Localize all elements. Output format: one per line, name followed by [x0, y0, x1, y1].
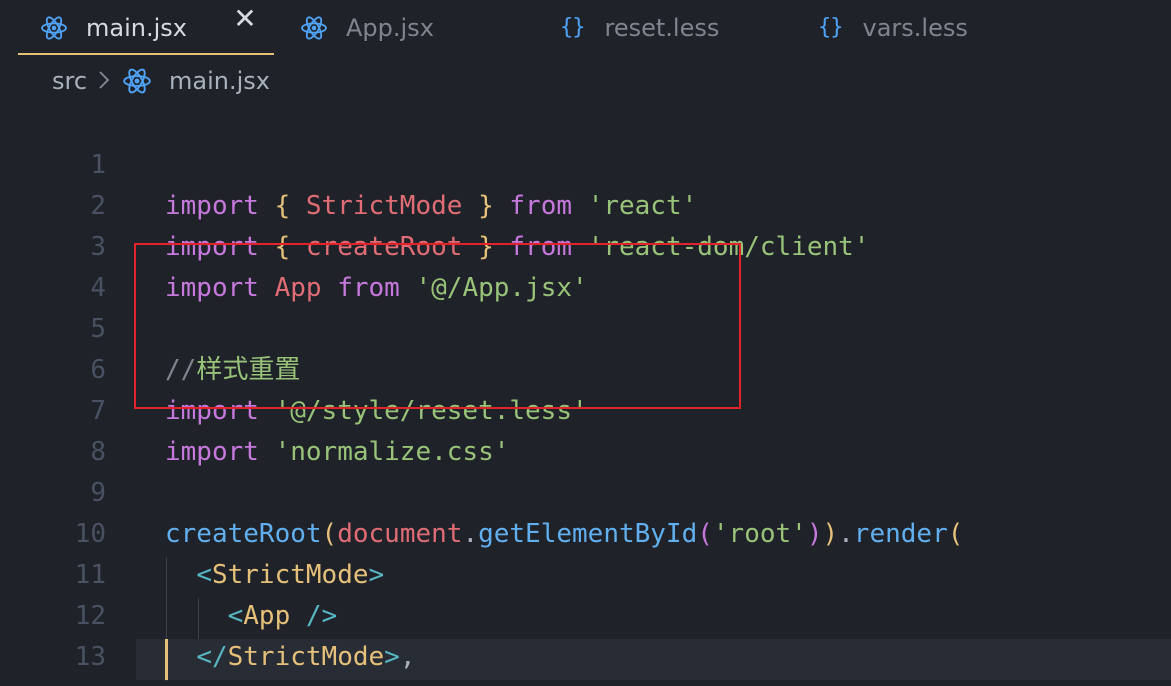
- code-line[interactable]: 2 import { createRoot } from 'react-dom/…: [0, 145, 1171, 262]
- react-icon: [123, 68, 151, 94]
- chevron-right-icon: [99, 71, 110, 89]
- tab-label: main.jsx: [86, 13, 187, 42]
- line-number: 14: [0, 678, 106, 686]
- react-icon: [301, 15, 327, 40]
- annotation-highlight-box: [134, 243, 741, 409]
- code-line-current[interactable]: 14: [0, 637, 1171, 686]
- code-line[interactable]: 9 createRoot(document.getElementById('ro…: [0, 432, 1171, 549]
- tab-vars-less[interactable]: {} vars.less: [818, 0, 968, 55]
- code-line[interactable]: 13 ): [0, 596, 1171, 686]
- code-line[interactable]: 3 import App from '@/App.jsx': [0, 186, 1171, 303]
- code-line[interactable]: 10 <StrictMode>: [0, 473, 1171, 590]
- code-line[interactable]: 1 import { StrictMode } from 'react': [0, 104, 1171, 221]
- code-editor[interactable]: 1 import { StrictMode } from 'react' 2 i…: [0, 104, 1171, 686]
- tab-reset-less[interactable]: {} reset.less: [560, 0, 719, 55]
- breadcrumb-folder[interactable]: src: [52, 67, 87, 95]
- tab-bar: main.jsx ✕ App.jsx {} reset.less {} vars…: [0, 0, 1171, 55]
- react-icon: [41, 15, 67, 40]
- tab-label: App.jsx: [346, 13, 434, 42]
- breadcrumb: src main.jsx: [0, 56, 1171, 106]
- breadcrumb-file[interactable]: main.jsx: [169, 67, 270, 95]
- close-icon[interactable]: ✕: [232, 5, 258, 33]
- tab-main-jsx[interactable]: main.jsx: [40, 0, 187, 55]
- code-line[interactable]: 12 </StrictMode>,: [0, 555, 1171, 672]
- tab-label: reset.less: [604, 13, 720, 42]
- tab-app-jsx[interactable]: App.jsx: [300, 0, 434, 55]
- braces-icon: {}: [818, 15, 843, 40]
- code-line[interactable]: 11 <App />: [0, 514, 1171, 631]
- tab-label: vars.less: [862, 13, 968, 42]
- text-cursor: [165, 639, 168, 680]
- braces-icon: {}: [560, 15, 585, 40]
- active-tab-indicator: [18, 53, 274, 55]
